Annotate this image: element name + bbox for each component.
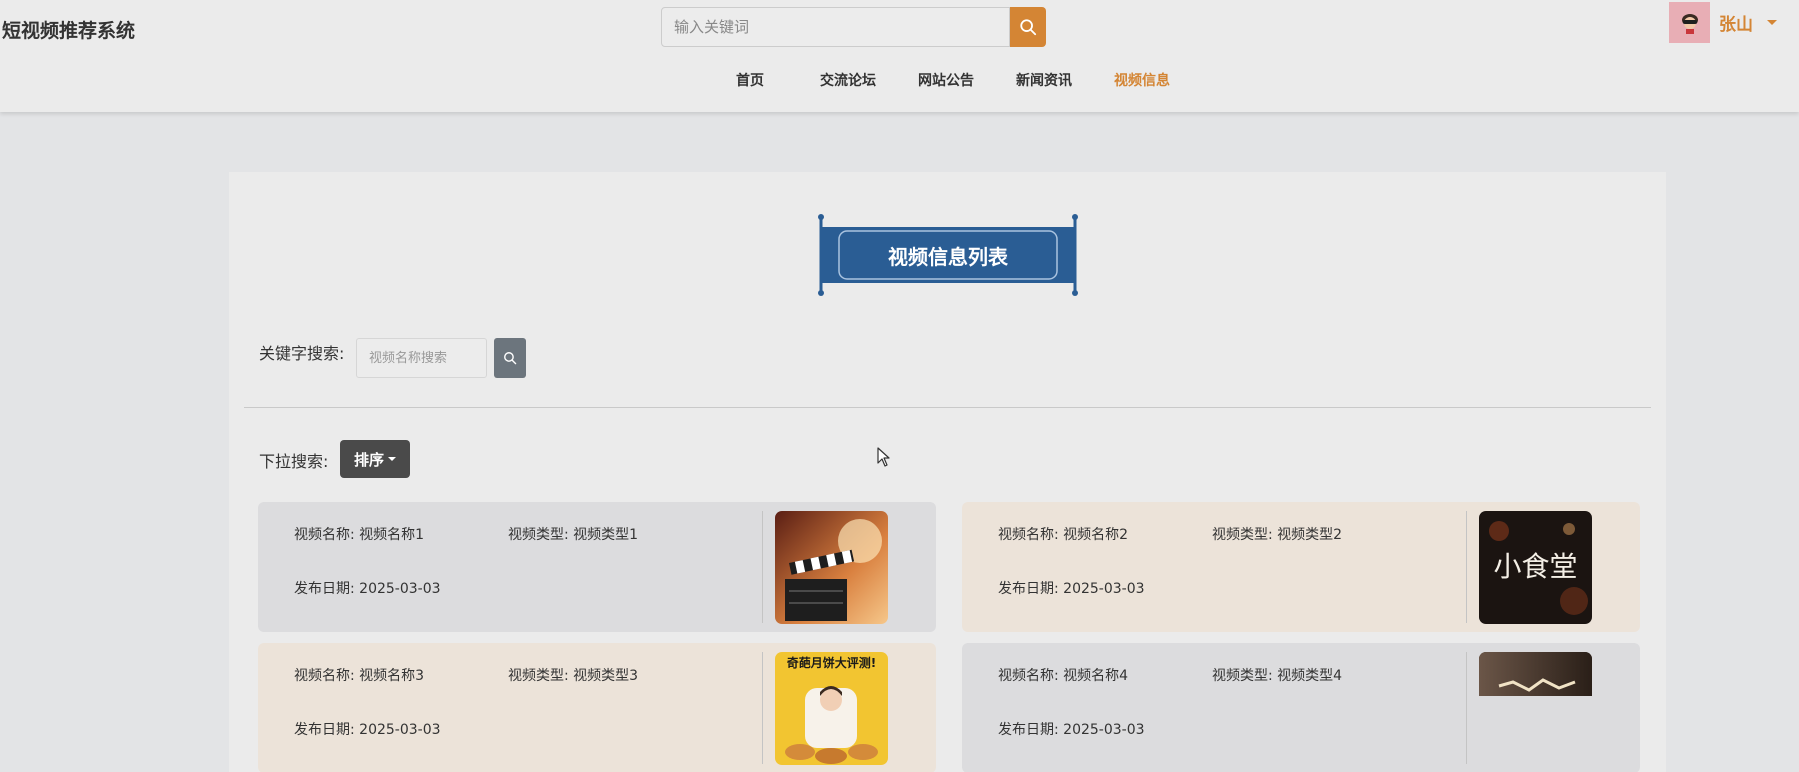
page-title-banner: 视频信息列表 [818,214,1078,296]
video-name-field: 视频名称: 视频名称1 [294,527,425,543]
keyword-search-input[interactable] [356,338,487,378]
video-thumbnail[interactable] [775,511,888,624]
video-date-field: 发布日期: 2025-03-03 [294,581,441,597]
video-card[interactable]: 视频名称: 视频名称4 视频类型: 视频类型4 发布日期: 2025-03-03 [962,643,1640,772]
video-date-field: 发布日期: 2025-03-03 [998,722,1145,738]
video-type-field: 视频类型: 视频类型4 [1212,668,1343,684]
card-divider [1466,511,1467,623]
video-name-field: 视频名称: 视频名称3 [294,668,425,684]
video-type-field: 视频类型: 视频类型1 [508,527,639,543]
video-card[interactable]: 视频名称: 视频名称3 视频类型: 视频类型3 发布日期: 2025-03-03… [258,643,936,772]
top-search-bar [661,7,1046,47]
keyword-search-button[interactable] [494,338,526,378]
thumbnail-caption: 小食堂 [1493,550,1578,583]
clapperboard-image [775,511,888,624]
search-icon [504,352,517,365]
sort-label: 排序 [353,450,384,469]
video-card[interactable]: 视频名称: 视频名称1 视频类型: 视频类型1 发布日期: 2025-03-03 [258,502,936,632]
avatar[interactable] [1669,2,1710,43]
caret-down-icon [388,457,396,461]
user-menu[interactable]: 张山 [1669,2,1777,43]
video-name-field: 视频名称: 视频名称2 [998,527,1129,543]
video-name-field: 视频名称: 视频名称4 [998,668,1129,684]
divider [244,407,1651,408]
video-date-field: 发布日期: 2025-03-03 [294,722,441,738]
content-panel: 视频信息列表 关键字搜索: 下拉搜索: 排序 视频名称: 视频名称1 视频类型:… [229,172,1666,772]
card-divider [762,652,763,764]
nav-item-news[interactable]: 新闻资讯 [1016,70,1072,90]
partial-loaded-image [1479,652,1592,696]
avatar-face-icon [1681,13,1698,34]
nav-item-forum[interactable]: 交流论坛 [820,70,876,90]
card-divider [1466,652,1467,764]
video-date-field: 发布日期: 2025-03-03 [998,581,1145,597]
video-type-field: 视频类型: 视频类型2 [1212,527,1343,543]
video-thumbnail[interactable]: 小食堂 [1479,511,1592,624]
nav-item-notice[interactable]: 网站公告 [918,70,974,90]
sort-dropdown-button[interactable]: 排序 [340,440,410,478]
video-card[interactable]: 视频名称: 视频名称2 视频类型: 视频类型2 发布日期: 2025-03-03… [962,502,1640,632]
main-nav: 首页 交流论坛 网站公告 新闻资讯 视频信息 [0,70,1799,94]
user-name[interactable]: 张山 [1719,10,1753,35]
dropdown-search-label: 下拉搜索: [259,452,329,471]
nav-item-home[interactable]: 首页 [736,70,764,90]
top-search-button[interactable] [1010,7,1046,47]
search-icon [1020,19,1037,36]
video-type-field: 视频类型: 视频类型3 [508,668,639,684]
mouse-cursor-icon [877,447,890,467]
page-title: 视频信息列表 [888,244,1008,269]
site-header: 短视频推荐系统 张山 首页 交流论坛 网站公告 新闻资讯 视频信息 [0,0,1799,112]
video-thumbnail[interactable] [1479,652,1592,696]
mooncake-image [785,686,878,764]
chevron-down-icon[interactable] [1767,20,1777,25]
card-divider [762,511,763,623]
site-title: 短视频推荐系统 [2,20,136,42]
top-search-input[interactable] [661,7,1011,47]
keyword-search-label: 关键字搜索: [259,344,345,363]
nav-item-video[interactable]: 视频信息 [1114,70,1170,90]
video-thumbnail[interactable]: 奇葩月饼大评测! [775,652,888,765]
